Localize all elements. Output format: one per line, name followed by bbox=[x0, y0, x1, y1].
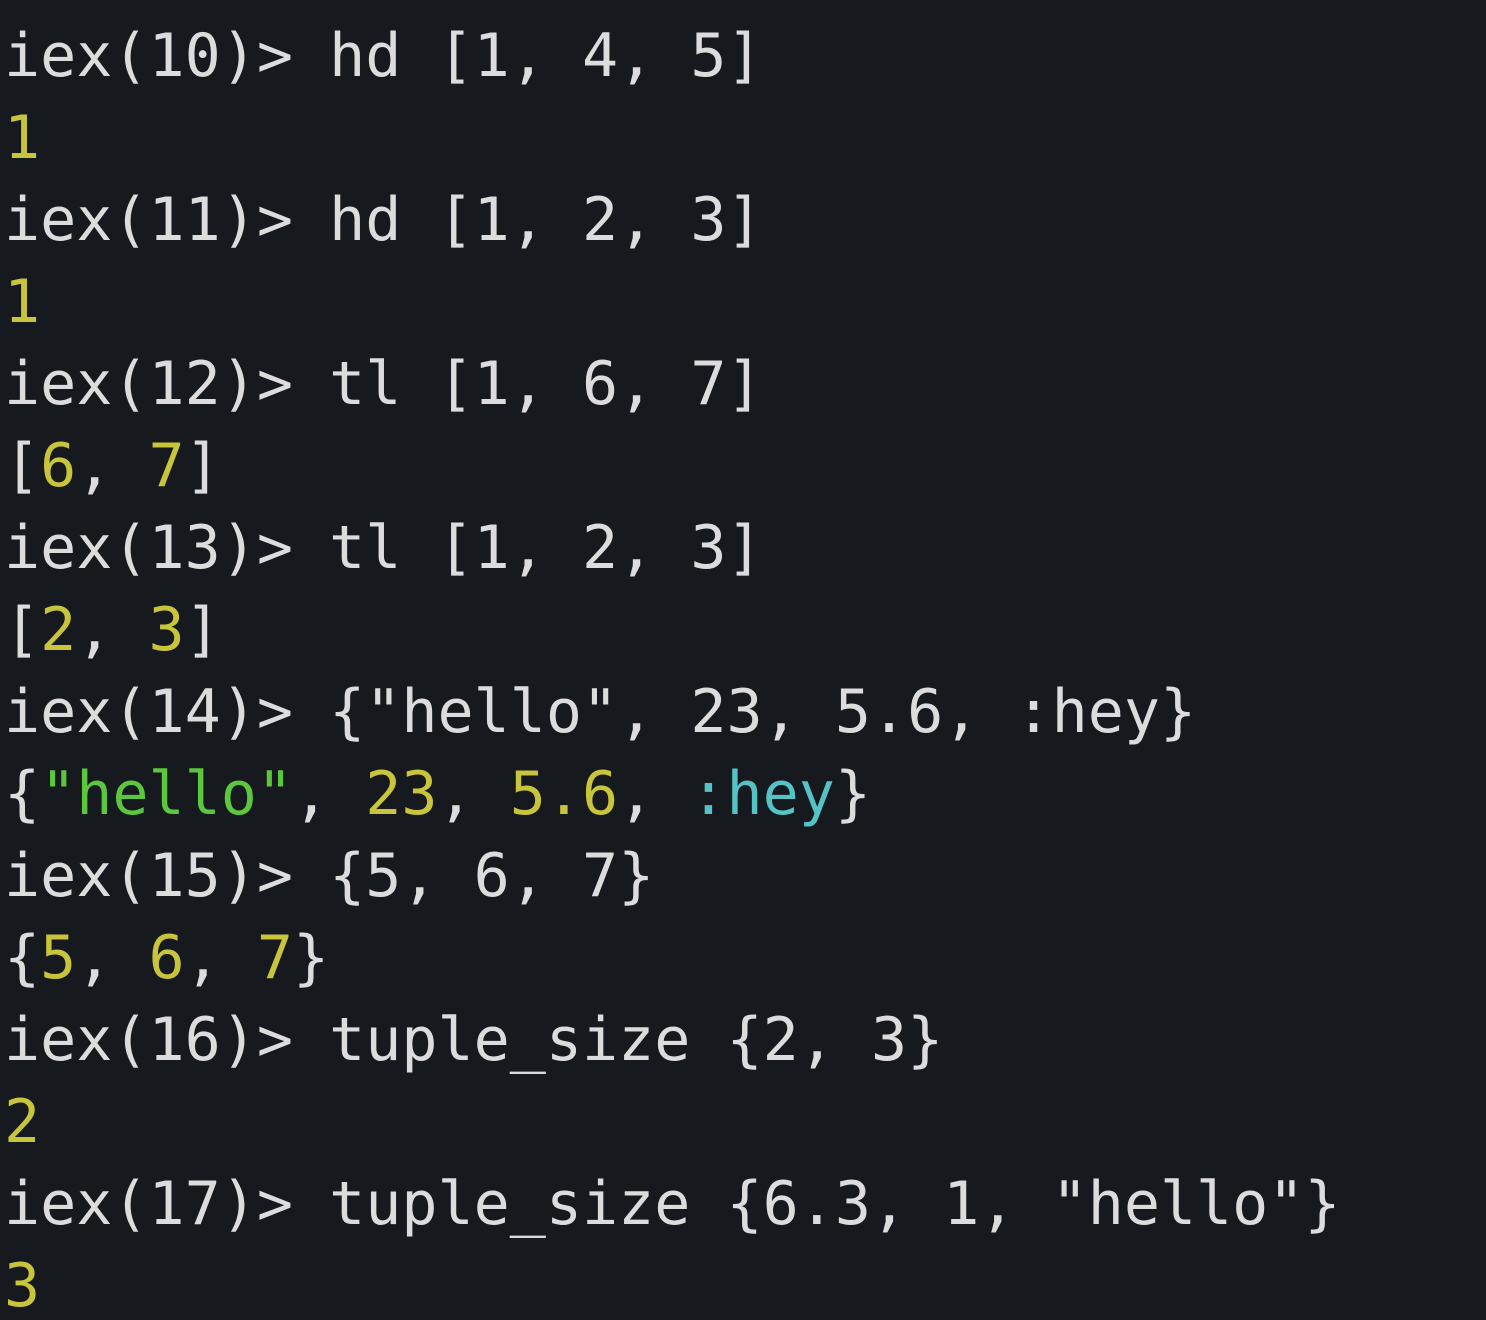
terminal-text: iex(13)> tl [1, 2, 3] bbox=[4, 513, 763, 583]
prompt-line: iex(15)> {5, 6, 7} bbox=[4, 835, 1486, 917]
terminal-text: , bbox=[76, 595, 149, 665]
terminal-output: iex(10)> hd [1, 4, 5] 1 iex(11)> hd [1, 2,… bbox=[0, 0, 1486, 1320]
terminal-text: iex(16)> tuple_size {2, 3} bbox=[4, 1005, 944, 1075]
prompt-line: iex(14)> {"hello", 23, 5.6, :hey} bbox=[4, 671, 1486, 753]
output-line: 1 bbox=[4, 261, 1486, 343]
terminal-text: } bbox=[293, 923, 330, 993]
prompt-line: iex(17)> tuple_size {6.3, 1, "hello"} bbox=[4, 1163, 1486, 1245]
terminal-text: , bbox=[437, 759, 510, 829]
terminal-text: , bbox=[618, 759, 691, 829]
terminal-text: iex(10)> hd [1, 4, 5] bbox=[4, 21, 763, 91]
output-line: [6, 7] bbox=[4, 425, 1486, 507]
terminal-text: [ bbox=[4, 595, 41, 665]
prompt-line: iex(12)> tl [1, 6, 7] bbox=[4, 343, 1486, 425]
prompt-line: iex(13)> tl [1, 2, 3] bbox=[4, 507, 1486, 589]
terminal-text: ] bbox=[184, 431, 221, 501]
terminal-str-token: "hello" bbox=[40, 759, 293, 829]
output-line: 1 bbox=[4, 97, 1486, 179]
terminal-text: iex(17)> tuple_size {6.3, 1, "hello"} bbox=[4, 1169, 1341, 1239]
terminal-num-token: 6 bbox=[148, 923, 185, 993]
terminal-text: , bbox=[184, 923, 257, 993]
terminal-num-token: 3 bbox=[4, 1251, 41, 1320]
terminal-text: } bbox=[834, 759, 871, 829]
terminal-text: iex(12)> tl [1, 6, 7] bbox=[4, 349, 763, 419]
terminal-num-token: 7 bbox=[148, 431, 185, 501]
prompt-line: iex(16)> tuple_size {2, 3} bbox=[4, 999, 1486, 1081]
output-line: 3 bbox=[4, 1245, 1486, 1320]
terminal-text: iex(14)> {"hello", 23, 5.6, :hey} bbox=[4, 677, 1197, 747]
terminal-text: , bbox=[76, 923, 149, 993]
output-line: 2 bbox=[4, 1081, 1486, 1163]
terminal-text: { bbox=[4, 759, 41, 829]
terminal-num-token: 2 bbox=[40, 595, 77, 665]
output-line: [2, 3] bbox=[4, 589, 1486, 671]
terminal-num-token: 2 bbox=[4, 1087, 41, 1157]
prompt-line: iex(10)> hd [1, 4, 5] bbox=[4, 15, 1486, 97]
terminal-text: [ bbox=[4, 431, 41, 501]
terminal-num-token: 7 bbox=[256, 923, 293, 993]
terminal-text: , bbox=[293, 759, 366, 829]
terminal-text: , bbox=[76, 431, 149, 501]
terminal-num-token: 5 bbox=[40, 923, 77, 993]
prompt-line: iex(11)> hd [1, 2, 3] bbox=[4, 179, 1486, 261]
output-line: {"hello", 23, 5.6, :hey} bbox=[4, 753, 1486, 835]
terminal-num-token: 6 bbox=[40, 431, 77, 501]
terminal-text: ] bbox=[184, 595, 221, 665]
terminal-atom-token: :hey bbox=[690, 759, 835, 829]
terminal-num-token: 3 bbox=[148, 595, 185, 665]
terminal-num-token: 1 bbox=[4, 103, 41, 173]
terminal-text: { bbox=[4, 923, 41, 993]
output-line: {5, 6, 7} bbox=[4, 917, 1486, 999]
terminal-text: iex(15)> {5, 6, 7} bbox=[4, 841, 655, 911]
terminal-num-token: 5.6 bbox=[509, 759, 619, 829]
terminal-num-token: 23 bbox=[365, 759, 438, 829]
terminal-num-token: 1 bbox=[4, 267, 41, 337]
terminal-text: iex(11)> hd [1, 2, 3] bbox=[4, 185, 763, 255]
